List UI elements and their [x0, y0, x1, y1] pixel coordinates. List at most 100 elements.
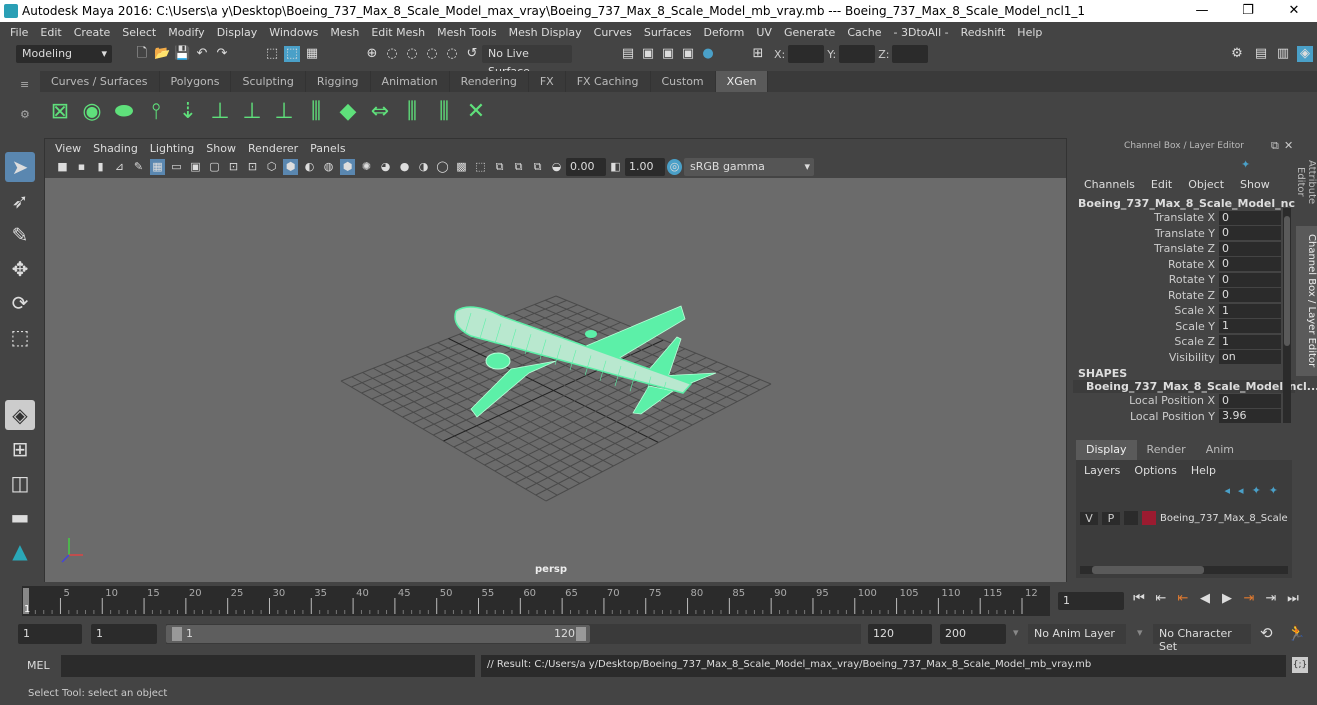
y-field[interactable]	[839, 45, 876, 63]
animation-end-field[interactable]: 200	[940, 624, 1006, 644]
perspective-view[interactable]: persp	[45, 178, 1066, 582]
menu-edit[interactable]: Edit	[34, 26, 67, 39]
snap-view-icon[interactable]: ◌	[424, 46, 440, 62]
gamma-icon[interactable]: ◧	[608, 159, 623, 175]
tab-fx-caching[interactable]: FX Caching	[566, 71, 651, 92]
layer-type-toggle[interactable]	[1124, 511, 1138, 525]
vp-menu-view[interactable]: View	[49, 142, 87, 155]
layer-hscrollbar[interactable]	[1080, 566, 1288, 574]
channel-label[interactable]: Rotate Y	[1073, 273, 1219, 286]
toggle-modeling-toolkit-icon[interactable]: ⚙	[1229, 46, 1245, 62]
vp-menu-lighting[interactable]: Lighting	[144, 142, 200, 155]
camera-attributes-icon[interactable]: ▪	[74, 159, 89, 175]
vp-menu-show[interactable]: Show	[200, 142, 242, 155]
channel-label[interactable]: Translate Z	[1073, 242, 1219, 255]
lights-icon[interactable]: ✺	[359, 159, 374, 175]
xray-joints-icon[interactable]: ⧉	[511, 159, 526, 175]
undo-icon[interactable]: ↶	[194, 46, 210, 62]
current-frame-field[interactable]: 1	[1058, 592, 1124, 610]
channel-row[interactable]: Translate X0	[1073, 210, 1295, 226]
channel-label[interactable]: Visibility	[1073, 351, 1219, 364]
camera-icon[interactable]: ■	[55, 159, 70, 175]
channel-row[interactable]: Rotate X0	[1073, 257, 1295, 273]
guide-length-icon[interactable]: ⇔	[366, 97, 394, 127]
default-material-icon[interactable]: ◐	[302, 159, 317, 175]
tab-display[interactable]: Display	[1076, 440, 1137, 460]
snap-curve-icon[interactable]: ◌	[384, 46, 400, 62]
menu-cache[interactable]: Cache	[841, 26, 887, 39]
layer-name[interactable]: Boeing_737_Max_8_Scale	[1160, 513, 1288, 524]
channel-value[interactable]: 0	[1219, 241, 1281, 256]
z-field[interactable]	[892, 45, 929, 63]
tab-anim[interactable]: Anim	[1196, 440, 1244, 460]
tab-curves-surfaces[interactable]: Curves / Surfaces	[40, 71, 160, 92]
menu-uv[interactable]: UV	[750, 26, 778, 39]
vp-menu-panels[interactable]: Panels	[304, 142, 351, 155]
channel-value[interactable]: 0	[1219, 288, 1281, 303]
channel-value[interactable]: 1	[1219, 334, 1281, 349]
mode-selector[interactable]: Modeling ▾	[16, 45, 112, 63]
gamma-field[interactable]: 1.00	[625, 158, 665, 176]
channel-row[interactable]: Rotate Z0	[1073, 288, 1295, 304]
channel-label[interactable]: Rotate Z	[1073, 289, 1219, 302]
time-slider[interactable]: 5 10 15 20 25 30 35 40 45 50 55 60 65 70 75 80 85 90 95 100…	[22, 586, 1050, 616]
go-to-end-icon[interactable]: ⏭	[1282, 591, 1304, 606]
tab-channel-box-layer-editor[interactable]: Channel Box / Layer Editor	[1296, 226, 1317, 376]
grid-icon[interactable]: ▦	[150, 159, 165, 175]
shape-name[interactable]: Boeing_737_Max_8_Scale_Model_ncl...	[1073, 380, 1317, 393]
cb-menu-object[interactable]: Object	[1188, 178, 1224, 191]
close-panel-icon[interactable]: ✕	[1284, 139, 1293, 152]
channel-label[interactable]: Local Position Y	[1073, 410, 1219, 423]
xray-components-icon[interactable]: ⧉	[530, 159, 545, 175]
menu-display[interactable]: Display	[211, 26, 264, 39]
color-space-dropdown[interactable]: sRGB gamma ▾	[684, 158, 814, 176]
channel-row[interactable]: Translate Y0	[1073, 226, 1295, 242]
image-plane-icon[interactable]: ⊿	[112, 159, 127, 175]
select-object-icon[interactable]: ⬚	[284, 46, 300, 62]
snap-point-icon[interactable]: ◌	[404, 46, 420, 62]
channel-label[interactable]: Scale Z	[1073, 335, 1219, 348]
toggle-tool-settings-icon[interactable]: ▥	[1275, 46, 1291, 62]
layer-color-swatch[interactable]	[1142, 511, 1156, 525]
channel-value[interactable]: 0	[1219, 210, 1281, 225]
exposure-icon[interactable]: ◒	[549, 159, 564, 175]
range-start-handle[interactable]	[172, 627, 182, 641]
grease-pencil-icon[interactable]: ✎	[131, 159, 146, 175]
bookmark-icon[interactable]: ▮	[93, 159, 108, 175]
menu-mesh-display[interactable]: Mesh Display	[503, 26, 588, 39]
float-panel-icon[interactable]: ⧉	[1271, 139, 1279, 153]
paint-select-tool-icon[interactable]: ✎	[5, 220, 35, 250]
isolate-select-icon[interactable]: ⬚	[473, 159, 488, 175]
rotate-tool-icon[interactable]: ⟳	[5, 288, 35, 318]
guides-to-curves-icon[interactable]: ⫼	[302, 97, 330, 127]
step-back-key-icon[interactable]: ⇤	[1172, 591, 1194, 606]
exposure-field[interactable]: 0.00	[566, 158, 606, 176]
channel-value[interactable]: on	[1219, 350, 1281, 365]
tab-xgen[interactable]: XGen	[715, 71, 769, 92]
channel-value[interactable]: 3.96	[1219, 409, 1281, 424]
channel-label[interactable]: Translate Y	[1073, 227, 1219, 240]
go-to-start-icon[interactable]: ⏮	[1128, 591, 1150, 606]
auto-key-icon[interactable]: ⟲	[1260, 624, 1273, 642]
channel-row[interactable]: Local Position X0	[1073, 393, 1295, 409]
anim-layer-dropdown[interactable]: No Anim Layer	[1028, 624, 1126, 644]
scale-tool-icon[interactable]: ⬚	[5, 322, 35, 352]
minimize-button[interactable]: —	[1179, 0, 1225, 22]
four-view-layout-icon[interactable]: ⊞	[5, 434, 35, 464]
channel-label[interactable]: Scale X	[1073, 304, 1219, 317]
delete-guides-icon[interactable]: ✕	[462, 97, 490, 127]
transform-mode-icon[interactable]: ⊞	[750, 46, 766, 62]
select-guides-icon[interactable]: ⫼	[398, 97, 426, 127]
select-tool-icon[interactable]: ➤	[5, 152, 35, 182]
channel-row[interactable]: Local Position Y 3.96	[1073, 409, 1295, 425]
vp-menu-renderer[interactable]: Renderer	[242, 142, 304, 155]
step-forward-icon[interactable]: ⇥	[1260, 591, 1282, 606]
playback-end-field[interactable]: 120	[868, 624, 932, 644]
play-backwards-icon[interactable]: ◀	[1194, 591, 1216, 606]
save-scene-icon[interactable]: 💾	[174, 46, 190, 62]
scene-canvas[interactable]	[45, 178, 1066, 582]
cb-menu-channels[interactable]: Channels	[1084, 178, 1135, 191]
add-guide-icon[interactable]: ⊥	[206, 97, 234, 127]
menu-redshift[interactable]: Redshift	[955, 26, 1012, 39]
hypershade-icon[interactable]: ●	[700, 46, 716, 62]
